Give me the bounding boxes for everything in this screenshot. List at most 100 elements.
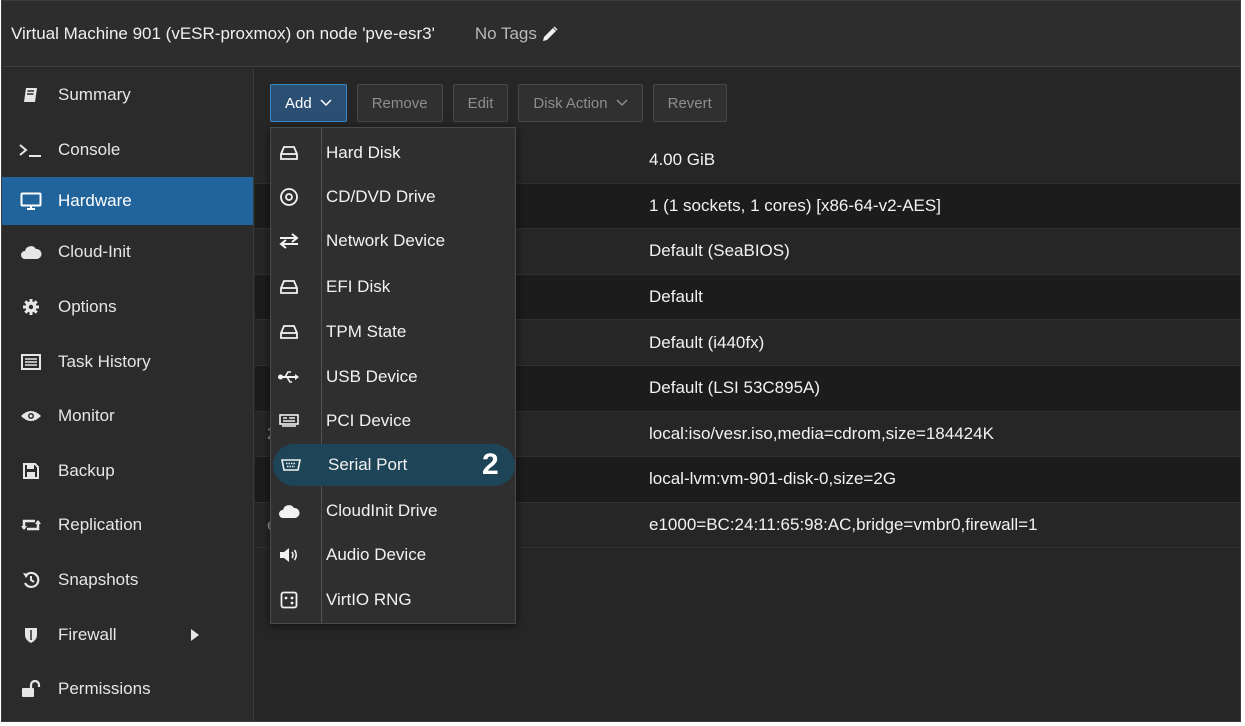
menu-item-pci-device[interactable]: PCI Device [271,400,515,442]
shield-icon [18,626,44,644]
usb-icon [272,370,306,384]
hdd-icon [272,324,306,340]
disk-action-button[interactable]: Disk Action [518,84,643,122]
eye-icon [18,409,44,423]
menu-item-label: CD/DVD Drive [326,187,436,206]
unlock-icon [18,680,44,698]
menu-item-label: EFI Disk [326,277,391,296]
chevron-down-icon [320,99,332,107]
row-value: Default (SeaBIOS) [649,241,790,261]
row-value: 1 (1 sockets, 1 cores) [x86-64-v2-AES] [649,195,941,215]
row-value: Default (LSI 53C895A) [649,378,821,398]
sidebar-item-label: Backup [58,460,115,480]
row-value: local-lvm:vm-901-disk-0,size=2G [649,469,897,489]
menu-item-cd-dvd-drive[interactable]: CD/DVD Drive [271,176,515,218]
desktop-icon [18,192,44,211]
menu-item-tpm-state[interactable]: TPM State [271,311,515,353]
exchange-icon [272,233,306,249]
menu-item-audio-device[interactable]: Audio Device [271,534,515,576]
cloud-icon [18,244,44,260]
sidebar-item-monitor[interactable]: Monitor [2,389,253,444]
step-badge: 2 [482,448,499,481]
add-label: Add [285,94,312,112]
sidebar-item-label: Permissions [58,679,151,699]
tags-editor[interactable]: No Tags [475,24,559,44]
cloud-icon [272,503,306,519]
row-value: local:iso/vesr.iso,media=cdrom,size=1844… [649,423,994,443]
disk-action-label: Disk Action [533,94,608,112]
sidebar-item-backup[interactable]: Backup [2,444,253,499]
revert-button[interactable]: Revert [652,84,727,122]
pencil-icon [541,25,559,43]
remove-label: Remove [371,94,428,112]
menu-item-label: CloudInit Drive [326,501,438,520]
sidebar-item-hardware[interactable]: Hardware [2,177,253,226]
menu-item-label: USB Device [326,367,418,386]
expand-arrow-icon[interactable] [190,628,200,642]
sidebar-item-permissions[interactable]: Permissions [2,662,253,717]
hdd-icon [272,145,306,161]
sidebar-item-label: Task History [58,351,151,371]
sidebar-item-label: Hardware [58,191,132,211]
list-icon [18,353,44,370]
volume-icon [272,547,306,563]
menu-item-label: Network Device [326,231,446,250]
add-menu: Hard Disk CD/DVD Drive Network Device EF… [270,127,516,624]
chevron-down-icon [616,99,628,107]
menu-item-virtio-rng[interactable]: VirtIO RNG [271,579,515,621]
history-icon [18,571,44,589]
menu-item-efi-disk[interactable]: EFI Disk [271,266,515,308]
row-value: e1000=BC:24:11:65:98:AC,bridge=vmbr0,fir… [649,515,1038,535]
edit-button[interactable]: Edit [452,84,509,122]
revert-label: Revert [667,94,712,112]
row-value: 4.00 GiB [649,150,716,170]
menu-item-label: TPM State [326,322,407,341]
sidebar-item-options[interactable]: Options [2,280,253,335]
book-icon [18,86,44,104]
title-bar: Virtual Machine 901 (vESR-proxmox) on no… [2,1,1240,67]
sidebar-item-label: Monitor [58,406,115,426]
sidebar-item-label: Snapshots [58,570,139,590]
add-button[interactable]: Add [270,84,347,122]
pci-card-icon [272,414,306,428]
sidebar-item-summary[interactable]: Summary [2,68,253,123]
sidebar-item-cloud-init[interactable]: Cloud-Init [2,225,253,280]
sidebar-item-label: Summary [58,85,131,105]
sidebar-item-task-history[interactable]: Task History [2,334,253,389]
sidebar: Summary Console Hardware Cloud-Init Opti… [2,68,254,721]
serial-port-icon [274,459,308,471]
row-value: Default [649,287,703,307]
menu-item-usb-device[interactable]: USB Device [271,356,515,398]
dice-icon [272,591,306,609]
remove-button[interactable]: Remove [356,84,443,122]
tags-label: No Tags [474,23,537,43]
floppy-icon [18,462,44,480]
sidebar-item-firewall[interactable]: Firewall [2,607,253,662]
row-value: Default (i440fx) [649,332,765,352]
terminal-icon [18,143,44,157]
sidebar-item-label: Options [58,297,117,317]
menu-item-label: Serial Port [328,455,408,474]
sidebar-item-label: Cloud-Init [58,242,131,262]
menu-item-network-device[interactable]: Network Device [271,220,515,262]
menu-item-hard-disk[interactable]: Hard Disk [271,132,515,174]
menu-item-label: VirtIO RNG [326,590,412,609]
sidebar-item-snapshots[interactable]: Snapshots [2,553,253,608]
menu-item-label: Hard Disk [326,143,401,162]
vm-window: Virtual Machine 901 (vESR-proxmox) on no… [1,0,1241,722]
sidebar-item-label: Replication [58,515,143,535]
sidebar-item-replication[interactable]: Replication [2,498,253,553]
edit-label: Edit [467,94,494,112]
sidebar-item-label: Console [58,139,121,159]
sidebar-item-console[interactable]: Console [2,123,253,178]
menu-item-label: PCI Device [326,411,412,430]
menu-item-serial-port[interactable]: Serial Port 2 [273,444,515,486]
sidebar-item-label: Firewall [58,624,117,644]
retweet-icon [18,517,44,533]
gear-icon [18,298,44,316]
window-title: Virtual Machine 901 (vESR-proxmox) on no… [11,23,435,43]
menu-item-label: Audio Device [326,545,427,564]
menu-item-cloudinit-drive[interactable]: CloudInit Drive [271,490,515,532]
hdd-icon [272,279,306,295]
disc-icon [272,187,306,207]
